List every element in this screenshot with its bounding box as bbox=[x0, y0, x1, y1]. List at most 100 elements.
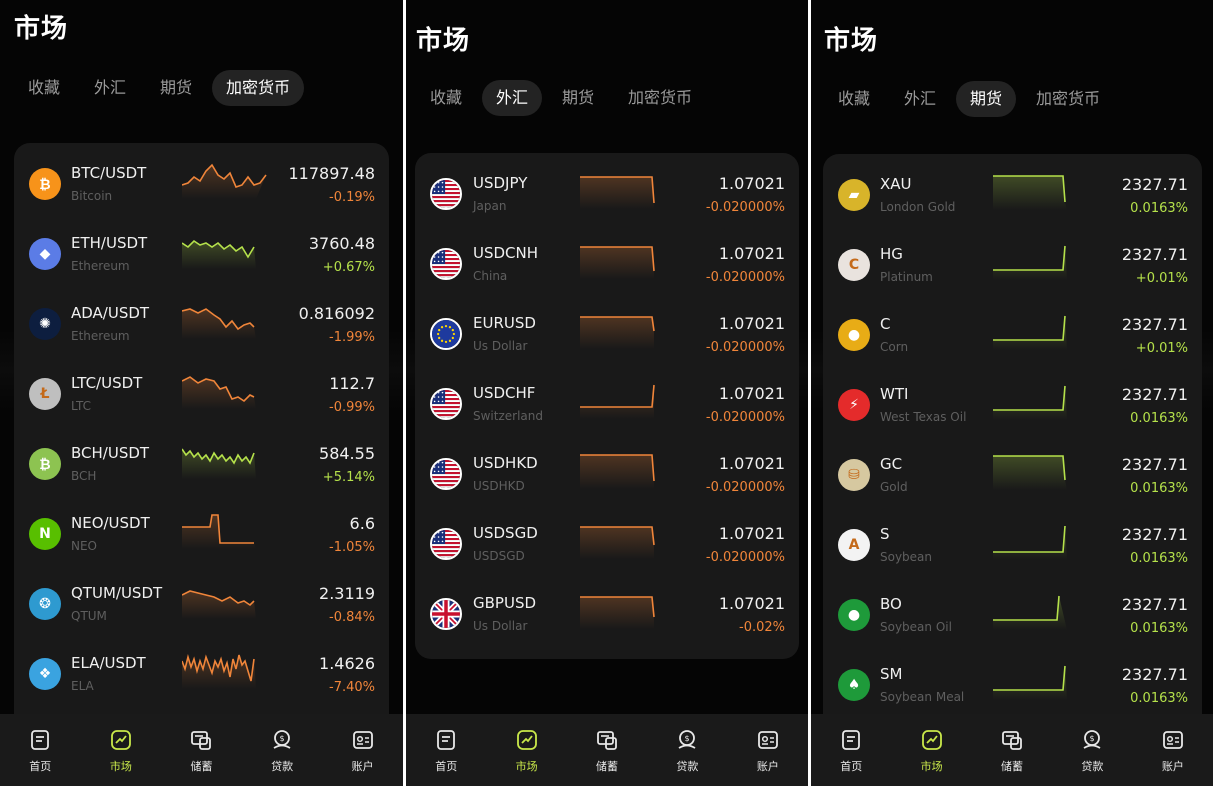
neo-icon: N bbox=[29, 518, 61, 550]
quote-row[interactable]: ⚡ WTI West Texas Oil 2327.71 0.0163% bbox=[823, 372, 1202, 442]
sparkline-fill bbox=[993, 456, 1067, 490]
tab-crypto[interactable]: 加密货币 bbox=[212, 70, 305, 106]
sparkline-fill bbox=[182, 591, 256, 619]
quote-change: 0.0163% bbox=[1130, 201, 1188, 216]
sparkline bbox=[993, 175, 1067, 210]
sparkline bbox=[580, 526, 655, 559]
nav-item-home[interactable]: 首页 bbox=[406, 714, 486, 786]
quote-price: 2327.71 bbox=[1121, 665, 1188, 684]
gold-coin-icon: ⛁ bbox=[838, 459, 870, 491]
nav-item-loan[interactable]: $ 贷款 bbox=[647, 714, 727, 786]
quote-price: 117897.48 bbox=[288, 164, 375, 183]
quote-row[interactable]: C HG Platinum 2327.71 +0.01% bbox=[823, 232, 1202, 302]
quote-change: -0.020000% bbox=[705, 550, 785, 565]
quote-row[interactable]: EURUSD Us Dollar 1.07021 -0.020000% bbox=[415, 301, 799, 371]
nav-item-loan[interactable]: $ 贷款 bbox=[242, 714, 323, 786]
nav-item-home[interactable]: 首页 bbox=[811, 714, 891, 786]
quote-row[interactable]: N NEO/USDT NEO 6.6 -1.05% bbox=[14, 501, 389, 571]
sparkline-line bbox=[993, 315, 1066, 341]
quote-price: 584.55 bbox=[319, 444, 375, 463]
page-title: 市场 bbox=[824, 26, 879, 56]
eu-flag-icon bbox=[430, 318, 462, 350]
tab-favorites[interactable]: 收藏 bbox=[824, 81, 884, 117]
nav-item-home[interactable]: 首页 bbox=[0, 714, 81, 786]
quote-symbol: ELA/USDT bbox=[71, 654, 146, 672]
quote-row[interactable]: Ł LTC/USDT LTC 112.7 -0.99% bbox=[14, 361, 389, 431]
sparkline bbox=[182, 239, 256, 269]
gold-bar-icon: ▰ bbox=[838, 179, 870, 211]
quote-row[interactable]: ❂ QTUM/USDT QTUM 2.3119 -0.84% bbox=[14, 571, 389, 641]
nav-item-market[interactable]: 市场 bbox=[81, 714, 162, 786]
quote-row[interactable]: ◆ ETH/USDT Ethereum 3760.48 +0.67% bbox=[14, 221, 389, 291]
tab-forex[interactable]: 外汇 bbox=[80, 70, 140, 106]
tab-crypto[interactable]: 加密货币 bbox=[614, 80, 706, 116]
sparkline bbox=[993, 595, 1067, 630]
quote-list: ▰ XAU London Gold 2327.71 0.0163% C HG Platinum… bbox=[823, 154, 1202, 744]
quote-symbol: HG bbox=[880, 245, 903, 263]
quote-row[interactable]: ● C Corn 2327.71 +0.01% bbox=[823, 302, 1202, 372]
sparkline-fill bbox=[580, 455, 654, 489]
ltc-icon: Ł bbox=[29, 378, 61, 410]
nav-item-account[interactable]: 账户 bbox=[728, 714, 808, 786]
quote-symbol: USDCNH bbox=[473, 244, 539, 262]
sparkline-fill bbox=[580, 317, 654, 349]
quote-row[interactable]: USDCNH China 1.07021 -0.020000% bbox=[415, 231, 799, 301]
nav-item-loan[interactable]: $ 贷款 bbox=[1052, 714, 1132, 786]
sparkline-fill bbox=[580, 385, 654, 419]
quote-symbol: ETH/USDT bbox=[71, 234, 148, 252]
quote-change: -0.020000% bbox=[705, 270, 785, 285]
quote-row[interactable]: USDJPY Japan 1.07021 -0.020000% bbox=[415, 161, 799, 231]
nav-item-account[interactable]: 账户 bbox=[322, 714, 403, 786]
tab-futures[interactable]: 期货 bbox=[146, 70, 206, 106]
quote-price: 1.07021 bbox=[718, 244, 785, 263]
nav-item-savings[interactable]: 储蓄 bbox=[161, 714, 242, 786]
tab-crypto[interactable]: 加密货币 bbox=[1022, 81, 1114, 117]
quote-row[interactable]: USDSGD USDSGD 1.07021 -0.020000% bbox=[415, 511, 799, 581]
quote-change: -0.020000% bbox=[705, 340, 785, 355]
tab-favorites[interactable]: 收藏 bbox=[14, 70, 74, 106]
nav-item-market[interactable]: 市场 bbox=[486, 714, 566, 786]
tab-forex[interactable]: 外汇 bbox=[890, 81, 950, 117]
quote-row[interactable]: ₿ BCH/USDT BCH 584.55 +5.14% bbox=[14, 431, 389, 501]
tab-favorites[interactable]: 收藏 bbox=[416, 80, 476, 116]
nav-label: 储蓄 bbox=[596, 760, 619, 773]
sparkline bbox=[580, 176, 655, 209]
quote-row[interactable]: USDHKD USDHKD 1.07021 -0.020000% bbox=[415, 441, 799, 511]
market-screen-futures: 市场 收藏 外汇 期货 加密货币 ▰ XAU London Gold 2327.71 0… bbox=[811, 0, 1213, 786]
quote-change: +0.01% bbox=[1135, 271, 1188, 286]
quote-price: 2327.71 bbox=[1121, 385, 1188, 404]
quote-row[interactable]: ▰ XAU London Gold 2327.71 0.0163% bbox=[823, 162, 1202, 232]
quote-row[interactable]: ♠ SM Soybean Meal 2327.71 0.0163% bbox=[823, 652, 1202, 722]
quote-subtitle: Switzerland bbox=[473, 409, 543, 423]
nav-label: 首页 bbox=[840, 760, 863, 773]
nav-item-savings[interactable]: 储蓄 bbox=[567, 714, 647, 786]
nav-item-market[interactable]: 市场 bbox=[891, 714, 971, 786]
quote-row[interactable]: ✺ ADA/USDT Ethereum 0.816092 -1.99% bbox=[14, 291, 389, 361]
tab-futures[interactable]: 期货 bbox=[956, 81, 1017, 117]
quote-row[interactable]: USDCHF Switzerland 1.07021 -0.020000% bbox=[415, 371, 799, 441]
quote-symbol: BTC/USDT bbox=[71, 164, 147, 182]
corn-icon: ● bbox=[838, 319, 870, 351]
quote-row[interactable]: GBPUSD Us Dollar 1.07021 -0.02% bbox=[415, 581, 799, 651]
quote-row[interactable]: ₿ BTC/USDT Bitcoin 117897.48 -0.19% bbox=[14, 151, 389, 221]
quote-change: -1.99% bbox=[329, 330, 375, 345]
quote-row[interactable]: ❖ ELA/USDT ELA 1.4626 -7.40% bbox=[14, 641, 389, 711]
tab-futures[interactable]: 期货 bbox=[548, 80, 608, 116]
quote-row[interactable]: A S Soybean 2327.71 0.0163% bbox=[823, 512, 1202, 582]
leaf-icon: ♠ bbox=[838, 669, 870, 701]
quote-change: -0.99% bbox=[329, 400, 375, 415]
nav-label: 账户 bbox=[351, 760, 374, 773]
nav-label: 市场 bbox=[109, 760, 132, 773]
sparkline-fill bbox=[580, 597, 654, 629]
sparkline-fill bbox=[993, 596, 1067, 630]
quote-row[interactable]: ● BO Soybean Oil 2327.71 0.0163% bbox=[823, 582, 1202, 652]
quote-price: 2327.71 bbox=[1121, 315, 1188, 334]
nav-item-savings[interactable]: 储蓄 bbox=[972, 714, 1052, 786]
tab-bar: 收藏 外汇 期货 加密货币 bbox=[416, 80, 706, 116]
tab-forex[interactable]: 外汇 bbox=[482, 80, 543, 116]
quote-row[interactable]: ⛁ GC Gold 2327.71 0.0163% bbox=[823, 442, 1202, 512]
quote-price: 112.7 bbox=[329, 374, 375, 393]
nav-item-account[interactable]: 账户 bbox=[1133, 714, 1213, 786]
sparkline-line bbox=[993, 595, 1060, 621]
oil-icon: ⚡ bbox=[838, 389, 870, 421]
